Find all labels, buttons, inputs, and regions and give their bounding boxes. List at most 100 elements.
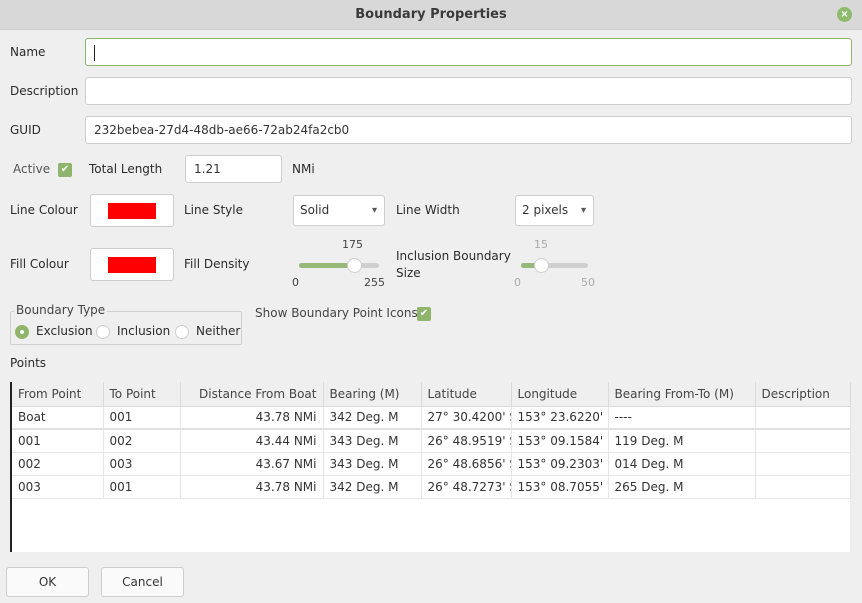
inclusion-size-label-line1: Inclusion Boundary [396, 249, 511, 263]
guid-label: GUID [10, 123, 41, 137]
guid-input[interactable]: 232bebea-27d4-48db-ae66-72ab24fa2cb0 [85, 116, 852, 144]
close-icon[interactable]: × [837, 7, 852, 22]
cell-to: 001 [103, 406, 181, 430]
description-input[interactable] [85, 77, 852, 105]
ok-button[interactable]: OK [6, 567, 89, 597]
check-icon: ✔ [419, 308, 429, 319]
total-length-unit: NMi [292, 162, 315, 176]
name-label: Name [10, 45, 46, 59]
fill-density-min: 0 [292, 276, 299, 289]
table-row[interactable]: 003 001 43.78 NMi 342 Deg. M 26° 48.7273… [12, 475, 851, 499]
cell-latitude: 26° 48.9519' S [421, 429, 512, 453]
line-width-select[interactable]: 2 pixels ▾ [515, 195, 594, 226]
cell-description [755, 452, 851, 476]
inclusion-size-min: 0 [514, 276, 521, 289]
inclusion-size-max: 50 [581, 276, 595, 289]
cell-latitude: 26° 48.6856' S [421, 452, 512, 476]
boundary-type-title: Boundary Type [14, 303, 108, 317]
fill-colour-button[interactable] [90, 248, 174, 281]
points-label: Points [10, 356, 47, 370]
table-header-row: From Point To Point Distance From Boat B… [12, 382, 851, 407]
cell-longitude: 153° 08.7055' E [511, 475, 609, 499]
inclusion-size-label-line2: Size [396, 266, 421, 280]
inclusion-size-value: 15 [534, 238, 548, 251]
table-row[interactable]: Boat 001 43.78 NMi 342 Deg. M 27° 30.420… [12, 406, 851, 430]
neither-label[interactable]: Neither [196, 324, 240, 338]
cell-bearing: 343 Deg. M [323, 452, 422, 476]
exclusion-radio[interactable] [15, 325, 29, 339]
col-longitude[interactable]: Longitude [511, 382, 609, 407]
inclusion-size-slider[interactable] [521, 258, 588, 273]
cell-to: 003 [103, 452, 181, 476]
name-input[interactable] [85, 38, 852, 66]
text-caret [94, 44, 95, 61]
col-distance[interactable]: Distance From Boat [180, 382, 324, 407]
cell-bearing-from-to: 014 Deg. M [608, 452, 756, 476]
inclusion-radio[interactable] [96, 325, 110, 339]
cell-description [755, 406, 851, 430]
col-description[interactable]: Description [755, 382, 851, 407]
fill-density-slider[interactable] [299, 258, 379, 273]
table-row[interactable]: 001 002 43.44 NMi 343 Deg. M 26° 48.9519… [12, 429, 851, 453]
line-width-value: 2 pixels [522, 203, 569, 217]
fill-density-fill [299, 263, 354, 268]
line-style-label: Line Style [184, 203, 243, 217]
col-from-point[interactable]: From Point [12, 382, 104, 407]
cell-from: 001 [12, 429, 104, 453]
cell-description [755, 429, 851, 453]
cell-bearing-from-to: ---- [608, 406, 756, 430]
cancel-button[interactable]: Cancel [101, 567, 184, 597]
cell-distance: 43.78 NMi [180, 406, 324, 430]
inclusion-label[interactable]: Inclusion [117, 324, 170, 338]
cell-to: 001 [103, 475, 181, 499]
cell-bearing-from-to: 265 Deg. M [608, 475, 756, 499]
cell-from: Boat [12, 406, 104, 430]
fill-density-label: Fill Density [184, 257, 250, 271]
line-colour-label: Line Colour [10, 203, 78, 217]
line-style-value: Solid [300, 203, 330, 217]
cell-latitude: 26° 48.7273' S [421, 475, 512, 499]
window-title: Boundary Properties [355, 7, 507, 22]
col-to-point[interactable]: To Point [103, 382, 181, 407]
active-label: Active [13, 162, 51, 176]
line-width-label: Line Width [396, 203, 460, 217]
col-latitude[interactable]: Latitude [421, 382, 512, 407]
table-row[interactable]: 002 003 43.67 NMi 343 Deg. M 26° 48.6856… [12, 452, 851, 476]
cell-description [755, 475, 851, 499]
cell-distance: 43.78 NMi [180, 475, 324, 499]
show-icons-label: Show Boundary Point Icons [255, 306, 418, 320]
line-style-select[interactable]: Solid ▾ [293, 195, 385, 226]
fill-colour-swatch [108, 257, 156, 273]
fill-colour-label: Fill Colour [10, 257, 69, 271]
col-bearing-from-to[interactable]: Bearing From-To (M) [608, 382, 756, 407]
inclusion-size-label: Inclusion Boundary Size [396, 248, 511, 282]
cell-latitude: 27° 30.4200' S [421, 406, 512, 430]
line-colour-button[interactable] [90, 194, 174, 227]
inclusion-size-handle[interactable] [534, 258, 549, 273]
cell-bearing: 342 Deg. M [323, 406, 422, 430]
description-label: Description [10, 84, 79, 98]
active-checkbox[interactable]: ✔ [58, 163, 72, 177]
show-icons-checkbox[interactable]: ✔ [417, 307, 431, 321]
total-length-input[interactable]: 1.21 [185, 155, 282, 183]
cell-longitude: 153° 09.2303' E [511, 452, 609, 476]
col-bearing[interactable]: Bearing (M) [323, 382, 422, 407]
neither-radio[interactable] [175, 325, 189, 339]
line-colour-swatch [108, 203, 156, 219]
cell-bearing-from-to: 119 Deg. M [608, 429, 756, 453]
cell-bearing: 342 Deg. M [323, 475, 422, 499]
chevron-down-icon: ▾ [371, 205, 377, 216]
cell-distance: 43.67 NMi [180, 452, 324, 476]
cell-from: 002 [12, 452, 104, 476]
cell-longitude: 153° 09.1584' E [511, 429, 609, 453]
cell-from: 003 [12, 475, 104, 499]
exclusion-label[interactable]: Exclusion [36, 324, 93, 338]
cell-longitude: 153° 23.6220' E [511, 406, 609, 430]
cell-to: 002 [103, 429, 181, 453]
fill-density-max: 255 [364, 276, 385, 289]
points-table[interactable]: From Point To Point Distance From Boat B… [10, 382, 851, 552]
chevron-down-icon: ▾ [580, 205, 586, 216]
title-bar: Boundary Properties × [0, 0, 862, 30]
check-icon: ✔ [60, 164, 70, 175]
fill-density-handle[interactable] [347, 258, 362, 273]
